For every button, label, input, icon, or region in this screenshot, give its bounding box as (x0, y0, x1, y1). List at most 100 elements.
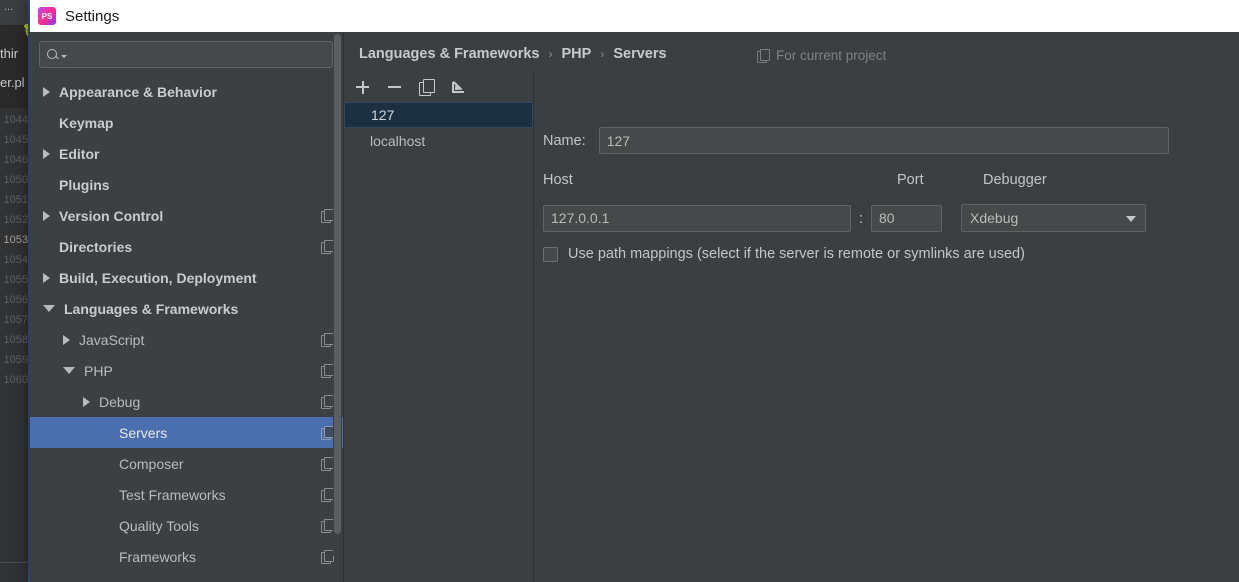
breadcrumb-part[interactable]: PHP (562, 46, 592, 62)
project-scope-icon (321, 333, 334, 347)
host-port-separator: : (858, 209, 864, 227)
project-scope-icon (321, 364, 334, 378)
ide-line-number: 1054 (3, 254, 28, 266)
breadcrumb-separator: › (548, 47, 553, 61)
sidebar-item-label: PHP (84, 362, 113, 379)
chevron-right-icon[interactable] (43, 148, 50, 159)
server-list-column: 127 localhost (344, 72, 534, 582)
sidebar-item-javascript[interactable]: JavaScript (30, 324, 343, 355)
host-port-debugger-row: : Xdebug (543, 204, 1146, 232)
breadcrumb: Languages & Frameworks › PHP › Servers (359, 46, 667, 62)
sidebar-item-editor[interactable]: Editor (30, 138, 343, 169)
sidebar-item-directories[interactable]: Directories (30, 231, 343, 262)
debugger-label: Debugger (983, 172, 1047, 188)
ide-line-number: 1056 (3, 294, 28, 306)
project-scope-icon (321, 240, 334, 254)
name-label: Name: (543, 132, 586, 149)
settings-content-pane: Languages & Frameworks › PHP › Servers For c… (344, 32, 1239, 582)
name-input[interactable] (598, 127, 1169, 154)
port-input[interactable] (871, 204, 942, 232)
ide-breadcrumb-line-1: thir (0, 46, 19, 61)
ide-editor-tab-label: ... (4, 1, 14, 13)
use-path-mappings-checkbox[interactable] (543, 246, 558, 262)
project-scope-icon (757, 49, 770, 63)
project-scope-icon (321, 209, 334, 223)
port-label: Port (897, 172, 924, 188)
sidebar-item-build-execution-deployment[interactable]: Build, Execution, Deployment (30, 262, 343, 293)
host-label: Host (543, 172, 573, 188)
project-scope-icon (321, 395, 334, 409)
name-row: Name: (543, 127, 1169, 154)
ide-line-number: 1058 (3, 334, 28, 346)
ide-line-number: 1053 (3, 234, 28, 246)
chevron-right-icon[interactable] (43, 210, 50, 221)
sidebar-item-label: Plugins (59, 176, 110, 193)
chevron-right-icon[interactable] (43, 86, 50, 97)
project-scope-icon (321, 426, 334, 440)
chevron-right-icon[interactable] (63, 334, 70, 345)
sidebar-item-label: Languages & Frameworks (64, 300, 239, 317)
breadcrumb-part[interactable]: Servers (613, 46, 666, 62)
chevron-down-icon[interactable] (61, 55, 67, 58)
chevron-down-icon[interactable] (43, 305, 55, 312)
sidebar-item-label: Keymap (59, 114, 114, 131)
sidebar-item-quality-tools[interactable]: Quality Tools (30, 510, 343, 541)
sidebar-item-appearance-behavior[interactable]: Appearance & Behavior (30, 76, 343, 107)
use-path-mappings-row[interactable]: Use path mappings (select if the server … (543, 246, 1025, 262)
ide-line-number: 1052 (3, 214, 28, 226)
chevron-down-icon[interactable] (63, 367, 75, 374)
server-toolbar (344, 72, 533, 102)
sidebar-item-label: Debug (99, 393, 141, 410)
sidebar-item-label: Quality Tools (119, 517, 199, 534)
project-scope-icon (321, 457, 334, 471)
field-labels-row: Host Port Debugger (543, 172, 1183, 192)
host-input[interactable] (543, 204, 851, 232)
search-box[interactable] (39, 41, 333, 68)
import-icon[interactable] (450, 79, 467, 96)
minus-icon[interactable] (386, 79, 403, 96)
dialog-titlebar: Settings (30, 0, 1239, 32)
plus-icon[interactable] (354, 79, 371, 96)
sidebar-item-languages-frameworks[interactable]: Languages & Frameworks (30, 293, 343, 324)
sidebar-item-frameworks[interactable]: Frameworks (30, 541, 343, 572)
chevron-right-icon[interactable] (83, 396, 90, 407)
sidebar-item-servers[interactable]: Servers (30, 417, 343, 448)
sidebar-item-version-control[interactable]: Version Control (30, 200, 343, 231)
search-input[interactable] (71, 47, 326, 62)
breadcrumb-part[interactable]: Languages & Frameworks (359, 46, 540, 62)
sidebar-item-debug[interactable]: Debug (30, 386, 343, 417)
search-icon (46, 48, 60, 62)
ide-line-number: 1055 (3, 274, 28, 286)
sidebar-item-composer[interactable]: Composer (30, 448, 343, 479)
sidebar-item-label: Servers (119, 424, 168, 441)
phpstorm-icon (38, 7, 56, 25)
ide-breadcrumb-line-2: er.pl (0, 75, 25, 90)
sidebar-item-plugins[interactable]: Plugins (30, 169, 343, 200)
settings-dialog: Settings Appearance & Behavior Keymap Edit… (30, 0, 1239, 582)
ide-line-numbers: 1044 1045 1046 1050 1051 1052 1053 1054 1055 1056… (0, 110, 30, 390)
sidebar-item-label: Frameworks (119, 548, 197, 565)
sidebar-item-test-frameworks[interactable]: Test Frameworks (30, 479, 343, 510)
chevron-right-icon[interactable] (43, 272, 50, 283)
sidebar-item-php[interactable]: PHP (30, 355, 343, 386)
settings-tree-scrollbar[interactable] (333, 34, 342, 556)
debugger-selected-value: Xdebug (970, 210, 1019, 226)
ide-line-number: 1057 (3, 314, 28, 326)
debugger-select[interactable]: Xdebug (961, 204, 1146, 232)
chevron-down-icon[interactable] (1126, 216, 1136, 222)
settings-tree: Appearance & Behavior Keymap Editor Plugins… (30, 74, 343, 572)
server-form: Name: Host Port Debugger : Xdebug (534, 72, 1239, 582)
ide-line-number: 1050 (3, 174, 28, 186)
list-item[interactable]: 127 (344, 102, 533, 128)
sidebar-item-keymap[interactable]: Keymap (30, 107, 343, 138)
list-item[interactable]: localhost (344, 128, 533, 154)
sidebar-item-label: Directories (59, 238, 133, 255)
ide-line-number: 1046 (3, 154, 28, 166)
project-scope-icon (321, 519, 334, 533)
server-list: 127 localhost (344, 102, 533, 154)
ide-line-number: 1051 (3, 194, 28, 206)
scrollbar-thumb[interactable] (334, 34, 341, 534)
ide-line-number: 1044 (3, 114, 28, 126)
sidebar-item-label: Composer (119, 455, 184, 472)
copy-icon[interactable] (418, 79, 435, 96)
